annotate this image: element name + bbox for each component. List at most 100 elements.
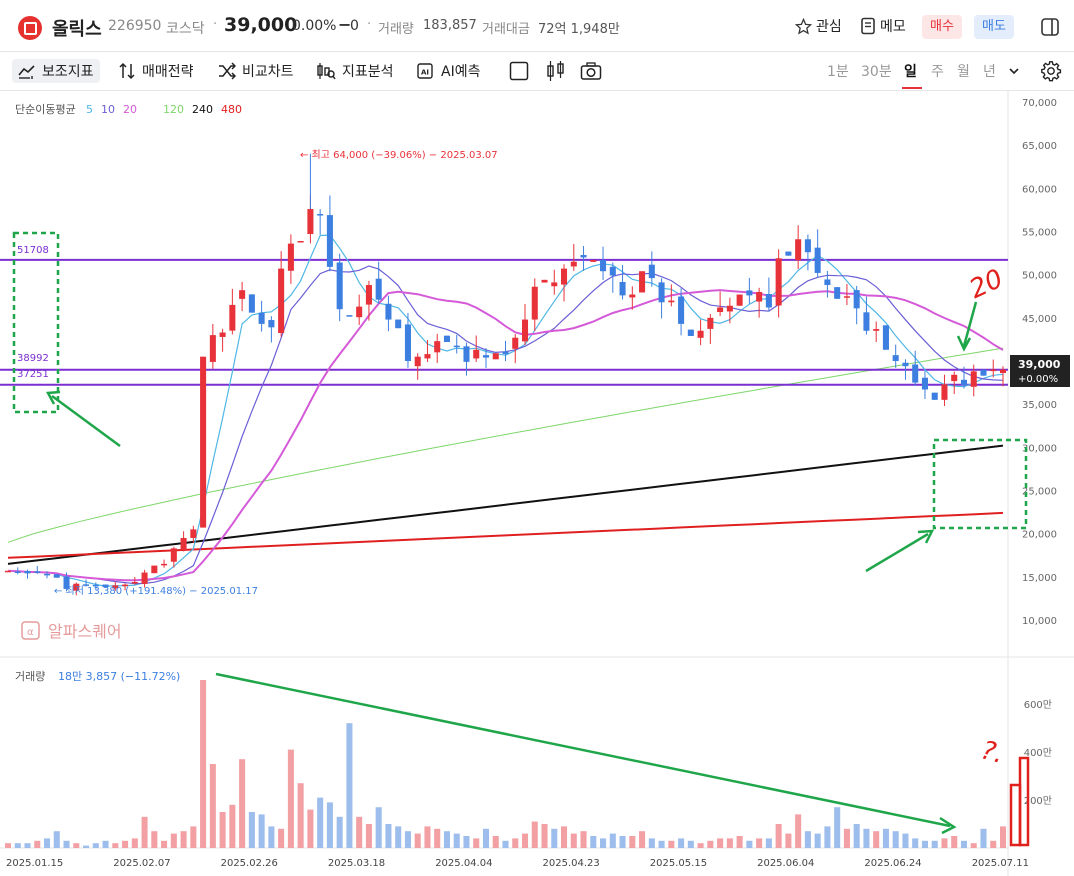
candle-body [551,282,558,287]
candle-body [970,371,977,387]
candle-body [463,346,470,362]
candle-body [648,264,655,279]
candle-body [717,307,724,313]
candle-body [639,271,646,293]
candle-body [268,320,275,328]
candle-body [161,563,168,566]
candle-search-icon [317,63,336,80]
volume-legend-value: 18만 3,857 (−11.72%) [58,670,180,683]
square-icon[interactable] [509,61,529,81]
candle-body [482,355,490,358]
volume-bar [492,836,499,848]
shuffle-icon [219,62,236,80]
volume-bar [600,838,607,848]
candle-body [200,356,207,528]
period-day[interactable]: 일 [904,61,917,81]
period-year[interactable]: 년 [983,61,996,81]
candle-body [600,259,607,272]
active-period-underline [902,87,922,89]
panel-toggle-icon[interactable] [1041,18,1059,36]
price-tick-label: 45,000 [1022,314,1057,325]
volume-bar [375,807,382,848]
volume-bar [658,840,665,848]
date-tick-label: 2025.03.18 [328,858,385,869]
ma-legend-item: 5 [86,103,93,116]
volume-bar [190,826,197,848]
volume-bar [200,680,207,848]
candle-body [131,582,138,584]
volume-bar [356,816,363,848]
volume-bar [395,826,402,848]
volume-bar [619,836,626,848]
candle-body [141,572,148,584]
candle-body [814,247,821,273]
period-30min[interactable]: 30분 [861,61,892,81]
volume-bar [453,833,460,848]
volume-bar [521,833,529,848]
volume-bar [912,838,919,848]
volume-bar [736,836,743,848]
memo-button[interactable]: 메모 [860,16,906,36]
volume-bar [756,838,763,848]
date-tick-label: 2025.02.26 [221,858,278,869]
ma-legend-title: 단순이동평균 [15,103,76,116]
ai-predict-button[interactable]: AI AI예측 [415,61,480,81]
candles [4,153,1007,596]
volume-bar [219,812,226,848]
volume-label: 거래량 [378,22,414,37]
candle-body [951,374,958,382]
low-annotation: ← 최저 13,380 (+191.48%) − 2025.01.17 [54,585,258,597]
price-tick-label: 20,000 [1022,530,1057,541]
candle-body [307,209,314,235]
volume-bar [317,797,324,848]
watch-button[interactable]: 관심 [795,16,842,36]
chevron-down-icon[interactable] [1008,66,1020,76]
date-tick-label: 2025.06.04 [757,858,814,869]
period-week[interactable]: 주 [931,61,944,81]
candle-icon[interactable] [546,60,566,82]
indicator-button[interactable]: 보조지표 [12,59,100,83]
candle-body [629,294,636,298]
volume-bar [531,821,538,848]
date-tick-label: 2025.04.04 [435,858,492,869]
candle-body [619,281,626,296]
arrow-left [51,394,121,448]
sell-button[interactable]: 매도 [974,15,1014,39]
candle-body [580,255,587,258]
candle-body [180,537,187,550]
analysis-button[interactable]: 지표분석 [316,61,394,81]
period-month[interactable]: 월 [957,61,970,81]
strategy-button[interactable]: 매매전략 [118,61,194,81]
stock-code: 226950 [108,18,162,34]
ma-legend: 5 10 20 120 240 480 [86,103,242,116]
candle-body [921,377,928,390]
volume-bar [326,802,333,848]
volume-bar [814,833,821,848]
candle-body [287,243,294,271]
ma-20-line [7,289,1004,582]
compare-button[interactable]: 비교차트 [218,61,294,81]
analysis-label: 지표분석 [342,64,394,80]
volume-bar [882,828,889,848]
change-percent: 0.00% [292,18,337,34]
volume-bar [824,826,831,848]
volume-bar [209,764,216,848]
gear-icon[interactable] [1040,60,1062,82]
period-1min[interactable]: 1분 [827,61,849,81]
amount-value: 72억 1,948만 [538,22,620,37]
candle-body [746,290,753,296]
last-price-value: 39,000 [1018,358,1061,371]
memo-icon [861,17,875,35]
ma-legend-item: 240 [192,103,213,116]
candle-body [853,290,860,309]
buy-button[interactable]: 매수 [922,15,962,39]
volume-bar [863,828,870,848]
volume-bar [707,840,714,848]
camera-icon[interactable] [580,61,602,81]
price-tick-label: 50,000 [1022,271,1057,282]
price-chart[interactable]: 70,00065,00060,00055,00050,00045,00040,0… [0,91,1074,876]
volume-bar [512,838,519,848]
candle-body [521,319,529,342]
candle-body [53,574,60,578]
volume-bar [561,826,568,848]
